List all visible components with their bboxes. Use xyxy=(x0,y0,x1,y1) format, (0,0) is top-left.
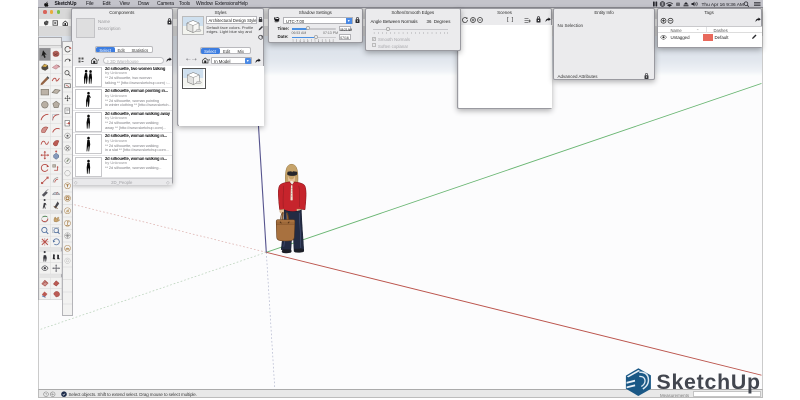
svg-text:M: M xyxy=(299,41,301,42)
svg-text:Thu Apr 16 9:36 AM: Thu Apr 16 9:36 AM xyxy=(702,2,744,7)
svg-text:F: F xyxy=(296,41,297,42)
svg-text:A: A xyxy=(318,40,320,42)
svg-text:SketchUp: SketchUp xyxy=(657,370,761,394)
svg-text:S: S xyxy=(321,41,323,42)
svg-text:D: D xyxy=(332,41,334,42)
svg-text:J: J xyxy=(314,41,315,42)
svg-text:O: O xyxy=(325,41,327,42)
svg-text:M: M xyxy=(307,41,309,42)
svg-text:J: J xyxy=(311,41,312,42)
svg-text:N: N xyxy=(329,41,331,42)
svg-text:J: J xyxy=(292,41,293,42)
